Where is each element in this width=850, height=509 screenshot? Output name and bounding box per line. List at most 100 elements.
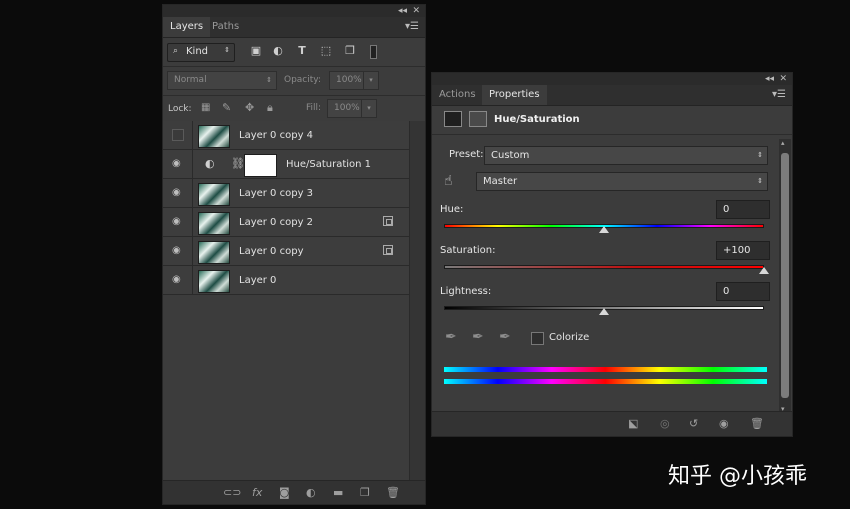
linked-layer-icon bbox=[383, 216, 393, 226]
tab-paths[interactable]: Paths bbox=[205, 17, 246, 37]
lock-transparent-icon[interactable]: ▦ bbox=[201, 102, 210, 113]
chain-link-icon[interactable]: ⛓ bbox=[231, 157, 245, 170]
chevron-down-icon: ▾ bbox=[367, 104, 371, 112]
clip-to-layer-icon[interactable]: ⬕ bbox=[628, 417, 638, 430]
mask-icon[interactable]: ◙ bbox=[279, 486, 290, 499]
collapse-icon[interactable]: ◂◂ bbox=[398, 5, 407, 17]
targeted-adjustment-hand-icon[interactable]: ☝ bbox=[444, 173, 453, 189]
layer-mask-thumbnail[interactable] bbox=[244, 154, 277, 177]
layers-bottom-toolbar: ⊂⊃ fx ◙ ◐ ▬ ❐ 🗑︎ bbox=[163, 480, 425, 504]
adjustment-layer-icon[interactable] bbox=[444, 111, 462, 127]
blend-mode-select[interactable]: Normal ⇕ bbox=[167, 71, 277, 90]
colorize-label: Colorize bbox=[549, 332, 590, 343]
visibility-toggle[interactable]: ◉ bbox=[163, 266, 193, 294]
properties-header: Hue/Saturation bbox=[432, 106, 792, 135]
layer-name: Layer 0 copy 2 bbox=[239, 217, 314, 228]
layer-name: Hue/Saturation 1 bbox=[286, 159, 372, 170]
eyedropper-minus-icon[interactable]: ✒ bbox=[499, 329, 511, 345]
lock-pixels-brush-icon[interactable]: ✎ bbox=[222, 101, 231, 114]
adjustment-icon[interactable]: ◐ bbox=[306, 486, 316, 499]
saturation-slider-thumb[interactable] bbox=[759, 267, 769, 274]
trash-icon[interactable]: 🗑︎ bbox=[750, 417, 764, 430]
opacity-label: Opacity: bbox=[284, 75, 321, 85]
opacity-dropdown-button[interactable]: ▾ bbox=[363, 71, 379, 90]
visibility-toggle[interactable]: ◉ bbox=[163, 179, 193, 207]
panel-menu-icon[interactable]: ▾☰ bbox=[405, 17, 419, 37]
visibility-off-box bbox=[172, 129, 184, 141]
layer-row[interactable]: ◉ Layer 0 copy bbox=[163, 237, 409, 266]
layer-name: Layer 0 copy 4 bbox=[239, 130, 314, 141]
lightness-value: 0 bbox=[723, 286, 730, 297]
blend-row: Normal ⇕ Opacity: 100% ▾ bbox=[163, 67, 425, 96]
new-layer-icon[interactable]: ❐ bbox=[360, 486, 370, 499]
lock-all-icon[interactable]: 🔒︎ bbox=[267, 101, 273, 115]
saturation-input[interactable]: +100 bbox=[716, 241, 770, 260]
lock-position-move-icon[interactable]: ✥ bbox=[245, 101, 254, 114]
panel-menu-icon[interactable]: ▾☰ bbox=[772, 85, 786, 105]
fill-dropdown-button[interactable]: ▾ bbox=[361, 99, 377, 118]
tab-layers[interactable]: Layers bbox=[163, 17, 211, 37]
filter-type-icon[interactable]: T bbox=[295, 44, 309, 58]
spectrum-bar-bottom bbox=[444, 379, 767, 384]
opacity-value: 100% bbox=[336, 75, 362, 85]
folder-icon[interactable]: ▬ bbox=[333, 486, 343, 499]
tab-actions[interactable]: Actions bbox=[432, 85, 483, 105]
eyedropper-icon[interactable]: ✒ bbox=[445, 329, 457, 345]
hue-slider-thumb[interactable] bbox=[599, 226, 609, 233]
collapse-icon[interactable]: ◂◂ bbox=[765, 73, 774, 85]
layer-row[interactable]: Layer 0 copy 4 bbox=[163, 121, 409, 150]
eye-icon: ◉ bbox=[172, 216, 181, 227]
colorize-checkbox[interactable] bbox=[531, 332, 544, 345]
fill-label: Fill: bbox=[306, 103, 322, 113]
visibility-eye-icon[interactable]: ◉ bbox=[719, 417, 729, 430]
hue-input[interactable]: 0 bbox=[716, 200, 770, 219]
kind-filter-select[interactable]: ⌕ Kind ⇕ bbox=[167, 43, 235, 62]
link-icon[interactable]: ⊂⊃ bbox=[223, 486, 241, 499]
visibility-toggle[interactable]: ◉ bbox=[163, 150, 193, 178]
fx-icon[interactable]: fx bbox=[252, 486, 262, 499]
channel-select[interactable]: Master ⇕ bbox=[476, 172, 768, 191]
blend-mode-value: Normal bbox=[174, 75, 207, 85]
visibility-toggle[interactable]: ◉ bbox=[163, 208, 193, 236]
filter-adjustment-icon[interactable]: ◐ bbox=[271, 44, 285, 58]
view-previous-icon[interactable]: ◎ bbox=[660, 417, 670, 430]
saturation-label: Saturation: bbox=[440, 245, 496, 256]
watermark-text: 知乎 @小孩乖 bbox=[668, 464, 807, 489]
chevron-down-icon: ▾ bbox=[369, 76, 373, 84]
tab-properties[interactable]: Properties bbox=[482, 85, 547, 105]
visibility-toggle[interactable]: ◉ bbox=[163, 237, 193, 265]
layer-row[interactable]: ◉ ◐ ⛓ Hue/Saturation 1 bbox=[163, 150, 409, 179]
scrollbar-thumb[interactable] bbox=[781, 153, 789, 398]
lightness-slider-thumb[interactable] bbox=[599, 308, 609, 315]
layers-scrollbar[interactable] bbox=[409, 121, 425, 480]
filter-shape-icon[interactable]: ⬚ bbox=[319, 44, 333, 58]
layer-row[interactable]: ◉ Layer 0 bbox=[163, 266, 409, 295]
filter-smart-object-icon[interactable]: ❐ bbox=[343, 44, 357, 58]
reset-icon[interactable]: ↺ bbox=[689, 417, 698, 430]
kind-label: Kind bbox=[186, 46, 209, 57]
filter-toggle-switch[interactable] bbox=[370, 45, 377, 59]
layer-thumbnail bbox=[198, 270, 230, 293]
saturation-slider-track[interactable] bbox=[444, 265, 764, 269]
visibility-toggle[interactable] bbox=[163, 121, 193, 149]
lightness-input[interactable]: 0 bbox=[716, 282, 770, 301]
layers-tab-bar: Layers Paths ▾☰ bbox=[163, 17, 425, 38]
saturation-value: +100 bbox=[723, 245, 751, 256]
trash-icon[interactable]: 🗑︎ bbox=[386, 486, 400, 499]
properties-panel: ◂◂ ✕ Actions Properties ▾☰ Hue/Saturatio… bbox=[431, 72, 793, 437]
properties-scrollbar[interactable]: ▴ ▾ bbox=[779, 139, 791, 413]
layer-row[interactable]: ◉ Layer 0 copy 3 bbox=[163, 179, 409, 208]
filter-pixel-icon[interactable]: ▣ bbox=[249, 44, 263, 58]
filter-row: ⌕ Kind ⇕ ▣ ◐ T ⬚ ❐ bbox=[163, 38, 425, 67]
lock-row: Lock: ▦ ✎ ✥ 🔒︎ Fill: 100% ▾ bbox=[163, 96, 425, 122]
eye-icon: ◉ bbox=[172, 245, 181, 256]
eyedropper-plus-icon[interactable]: ✒ bbox=[472, 329, 484, 345]
preset-select[interactable]: Custom ⇕ bbox=[484, 146, 768, 165]
mask-icon[interactable] bbox=[469, 111, 487, 127]
lightness-label: Lightness: bbox=[440, 286, 492, 297]
layer-row[interactable]: ◉ Layer 0 copy 2 bbox=[163, 208, 409, 237]
scroll-up-icon[interactable]: ▴ bbox=[781, 139, 785, 147]
linked-layer-icon bbox=[383, 245, 393, 255]
close-icon[interactable]: ✕ bbox=[412, 5, 420, 17]
close-icon[interactable]: ✕ bbox=[779, 73, 787, 85]
